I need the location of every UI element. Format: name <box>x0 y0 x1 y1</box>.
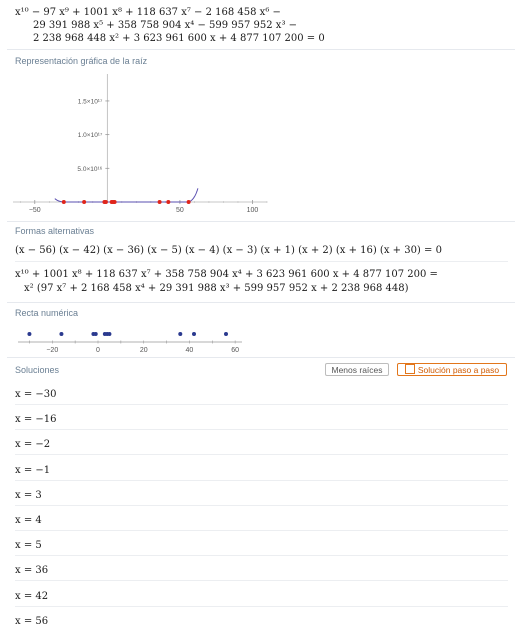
factored-form: (x − 56) (x − 42) (x − 36) (x − 5) (x − … <box>15 245 442 256</box>
solutions-title: Soluciones <box>15 365 60 375</box>
number-line-tick-label: 60 <box>231 347 239 354</box>
equation-line-3: 2 238 968 448 x² + 3 623 961 600 x + 4 8… <box>33 33 325 44</box>
y-tick-label: 5.0×10¹⁶ <box>77 166 102 173</box>
x-tick-label: 50 <box>176 207 184 214</box>
alt-forms-title: Formas alternativas <box>15 226 95 236</box>
number-line-point <box>93 332 98 336</box>
solution-item: x = −1 <box>15 464 51 476</box>
step-by-step-button[interactable]: Solución paso a paso <box>397 363 507 376</box>
x-tick-label: −50 <box>29 207 41 214</box>
solution-item: x = −30 <box>15 389 57 400</box>
number-line-tick-label: −20 <box>46 347 58 354</box>
y-tick-label: 1.0×10¹⁷ <box>78 132 103 139</box>
divider <box>7 221 515 222</box>
solution-divider <box>15 454 508 456</box>
divider <box>7 49 515 50</box>
step-by-step-label: Solución paso a paso <box>417 365 500 375</box>
root-marker <box>166 200 171 204</box>
solution-item: x = −16 <box>15 414 57 426</box>
number-line-tick-label: 40 <box>186 347 194 354</box>
polynomial-curve <box>54 188 199 203</box>
less-roots-button[interactable]: Menos raíces <box>325 363 389 376</box>
solution-item: x = 4 <box>15 515 42 526</box>
solution-item: x = 3 <box>15 489 42 501</box>
solution-item: x = −2 <box>15 439 51 451</box>
root-plot: 1.5×10¹⁷ 1.0×10¹⁷ 5.0×10¹⁶ −50 50 100 <box>13 74 268 214</box>
root-marker <box>103 200 108 204</box>
number-line-point <box>192 332 196 336</box>
plot-section-title: Representación gráfica de la raíz <box>15 56 148 66</box>
number-line: −20 0 20 40 60 <box>18 332 242 354</box>
divider <box>7 302 515 303</box>
number-line-point <box>27 332 32 336</box>
number-line-point <box>178 332 183 336</box>
x-tick-label: 100 <box>247 207 259 214</box>
y-tick-label: 1.5×10¹⁷ <box>78 98 103 105</box>
solution-item: x = 42 <box>15 590 49 602</box>
expanded-form-line-1: x¹⁰ + 1001 x⁸ + 118 637 x⁷ + 358 758 904… <box>15 269 438 280</box>
solution-divider <box>15 429 508 431</box>
root-marker <box>112 200 117 204</box>
equation-line-1: x¹⁰ − 97 x⁹ + 1001 x⁸ + 118 637 x⁷ − 2 1… <box>15 7 281 18</box>
solution-item: x = 56 <box>15 615 49 627</box>
root-marker <box>186 200 191 204</box>
divider <box>7 357 515 358</box>
number-line-point <box>224 332 228 336</box>
equation-line-2: 29 391 988 x⁵ + 358 758 904 x⁴ − 599 957… <box>33 20 298 31</box>
root-marker <box>82 200 87 204</box>
number-line-tick-label: 20 <box>140 347 148 354</box>
number-line-tick-label: 0 <box>96 347 100 354</box>
solution-divider <box>15 530 508 531</box>
solution-divider <box>15 479 508 481</box>
divider <box>15 261 508 262</box>
solution-divider <box>15 555 508 557</box>
solution-divider <box>15 504 508 506</box>
solution-item: x = 5 <box>15 540 42 552</box>
number-line-title: Recta numérica <box>15 308 79 318</box>
expanded-form-line-2: x² (97 x⁷ + 2 168 458 x⁴ + 29 391 988 x³… <box>24 283 409 294</box>
number-line-point <box>107 332 112 336</box>
root-marker <box>157 200 162 204</box>
solution-divider <box>15 580 508 582</box>
number-line-point <box>59 332 64 336</box>
root-marker <box>61 200 66 204</box>
checkbox-icon <box>404 364 415 374</box>
solution-divider <box>15 605 508 607</box>
solution-divider <box>15 404 508 405</box>
solution-item: x = 36 <box>15 565 49 577</box>
